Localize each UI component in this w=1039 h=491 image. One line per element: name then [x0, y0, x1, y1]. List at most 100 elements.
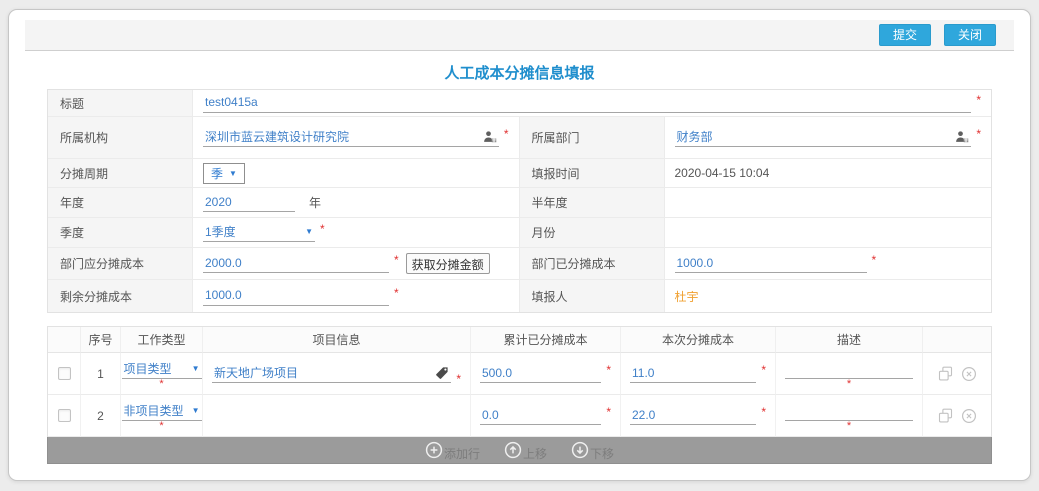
table-row-2-current-cell: 22.0 *	[621, 395, 776, 437]
table-row-2-actions-cell	[923, 395, 991, 437]
period-value: 季	[211, 165, 223, 182]
cost-allocated-value: 1000.0	[677, 256, 714, 270]
title-input[interactable]: test0415a	[203, 94, 971, 113]
chevron-down-icon: ▼	[305, 227, 313, 236]
table-row-2-accumulated-cell: 0.0 *	[471, 395, 621, 437]
table-row-1-no: 1	[81, 353, 121, 395]
form-window: 提交 关闭 人工成本分摊信息填报 标题 test0415a * 所属机构 深圳市…	[8, 9, 1031, 481]
cost-due-input[interactable]: 2000.0	[203, 254, 389, 273]
row-select-checkbox[interactable]	[58, 367, 71, 380]
required-mark: *	[761, 405, 766, 419]
header-work-type: 工作类型	[121, 327, 203, 353]
header-no: 序号	[81, 327, 121, 353]
project-value: 新天地广场项目	[214, 364, 298, 381]
table-row-2-checkbox-cell	[48, 395, 81, 437]
copy-row-icon[interactable]	[938, 408, 953, 423]
cost-remaining-input[interactable]: 1000.0	[203, 287, 389, 306]
remove-row-icon[interactable]	[961, 366, 977, 382]
submit-button[interactable]: 提交	[879, 24, 931, 46]
select-user-icon[interactable]	[955, 130, 969, 144]
header-description: 描述	[776, 327, 923, 353]
work-type-value: 非项目类型	[124, 402, 184, 419]
arrow-up-circle-icon	[504, 441, 522, 459]
current-cost-input[interactable]: 11.0	[630, 364, 756, 383]
table-row-1-work-type-cell: 项目类型 ▼ *	[121, 353, 203, 395]
quarter-select[interactable]: 1季度 ▼	[203, 223, 315, 242]
work-type-select[interactable]: 非项目类型 ▼	[122, 402, 202, 421]
table-row-2-description-cell: *	[776, 395, 923, 437]
header-project-info: 项目信息	[203, 327, 471, 353]
chevron-down-icon: ▼	[229, 169, 237, 178]
cell-reporter: 杜宇	[665, 280, 992, 312]
header-accumulated-cost: 累计已分摊成本	[471, 327, 621, 353]
required-mark: *	[847, 423, 851, 430]
org-input[interactable]: 深圳市蓝云建筑设计研究院	[203, 128, 499, 147]
remove-row-icon[interactable]	[961, 408, 977, 424]
copy-row-icon[interactable]	[938, 366, 953, 381]
work-type-select[interactable]: 项目类型 ▼	[122, 360, 202, 379]
label-cost-remaining: 剩余分摊成本	[48, 280, 193, 312]
select-user-icon[interactable]	[483, 130, 497, 144]
tag-icon[interactable]	[435, 366, 449, 380]
description-input[interactable]	[785, 360, 913, 379]
required-mark: *	[320, 222, 325, 236]
accumulated-cost-value: 0.0	[482, 408, 499, 422]
header-checkbox-col	[48, 327, 81, 353]
fetch-allocation-button[interactable]: 获取分摊金额	[406, 253, 490, 274]
label-quarter: 季度	[48, 218, 193, 248]
chevron-down-icon: ▼	[192, 406, 200, 415]
row-select-checkbox[interactable]	[58, 409, 71, 422]
required-mark: *	[606, 405, 611, 419]
label-title: 标题	[48, 90, 193, 117]
cell-title: test0415a *	[193, 90, 991, 117]
org-value: 深圳市蓝云建筑设计研究院	[205, 128, 349, 145]
move-down-button[interactable]: 下移	[571, 441, 614, 459]
fill-time-value: 2020-04-15 10:04	[675, 166, 770, 180]
move-up-label: 上移	[523, 445, 547, 462]
label-org: 所属机构	[48, 117, 193, 159]
quarter-value: 1季度	[205, 223, 236, 240]
accumulated-cost-input[interactable]: 500.0	[480, 364, 601, 383]
cell-cost-remaining: 1000.0 *	[193, 280, 520, 312]
title-value: test0415a	[205, 95, 258, 109]
label-month: 月份	[520, 218, 665, 248]
year-value: 2020	[205, 195, 232, 209]
cost-allocated-input[interactable]: 1000.0	[675, 254, 867, 273]
table-row-2-project-cell	[203, 395, 471, 437]
accumulated-cost-value: 500.0	[482, 366, 512, 380]
cell-quarter: 1季度 ▼ *	[193, 218, 520, 248]
plus-circle-icon	[425, 441, 443, 459]
cell-cost-due: 2000.0 * 获取分摊金额	[193, 248, 520, 280]
year-suffix: 年	[309, 194, 321, 211]
dept-input[interactable]: 财务部	[675, 128, 972, 147]
table-row-1-actions-cell	[923, 353, 991, 395]
required-mark: *	[606, 363, 611, 377]
label-reporter: 填报人	[520, 280, 665, 312]
cost-due-value: 2000.0	[205, 256, 242, 270]
label-period: 分摊周期	[48, 159, 193, 188]
cell-dept: 财务部 *	[665, 117, 992, 159]
cell-cost-allocated: 1000.0 *	[665, 248, 992, 280]
table-row-1-accumulated-cell: 500.0 *	[471, 353, 621, 395]
items-table: 序号 工作类型 项目信息 累计已分摊成本 本次分摊成本 描述 1 项目类型 ▼ …	[47, 326, 992, 437]
close-button[interactable]: 关闭	[944, 24, 996, 46]
current-cost-input[interactable]: 22.0	[630, 406, 756, 425]
page-title: 人工成本分摊信息填报	[9, 62, 1030, 82]
required-mark: *	[872, 253, 877, 267]
table-row-1-checkbox-cell	[48, 353, 81, 395]
cell-year: 2020 年	[193, 188, 520, 218]
label-half-year: 半年度	[520, 188, 665, 218]
required-mark: *	[847, 381, 851, 388]
accumulated-cost-input[interactable]: 0.0	[480, 406, 601, 425]
project-input[interactable]: 新天地广场项目	[212, 364, 451, 383]
add-row-button[interactable]: 添加行	[425, 441, 480, 459]
cell-fill-time: 2020-04-15 10:04	[665, 159, 992, 188]
move-up-button[interactable]: 上移	[504, 441, 547, 459]
description-input[interactable]	[785, 402, 913, 421]
period-select[interactable]: 季 ▼	[203, 163, 245, 184]
required-mark: *	[394, 253, 399, 267]
year-input[interactable]: 2020	[203, 193, 295, 212]
label-year: 年度	[48, 188, 193, 218]
header-actions-col	[923, 327, 991, 353]
cost-remaining-value: 1000.0	[205, 288, 242, 302]
